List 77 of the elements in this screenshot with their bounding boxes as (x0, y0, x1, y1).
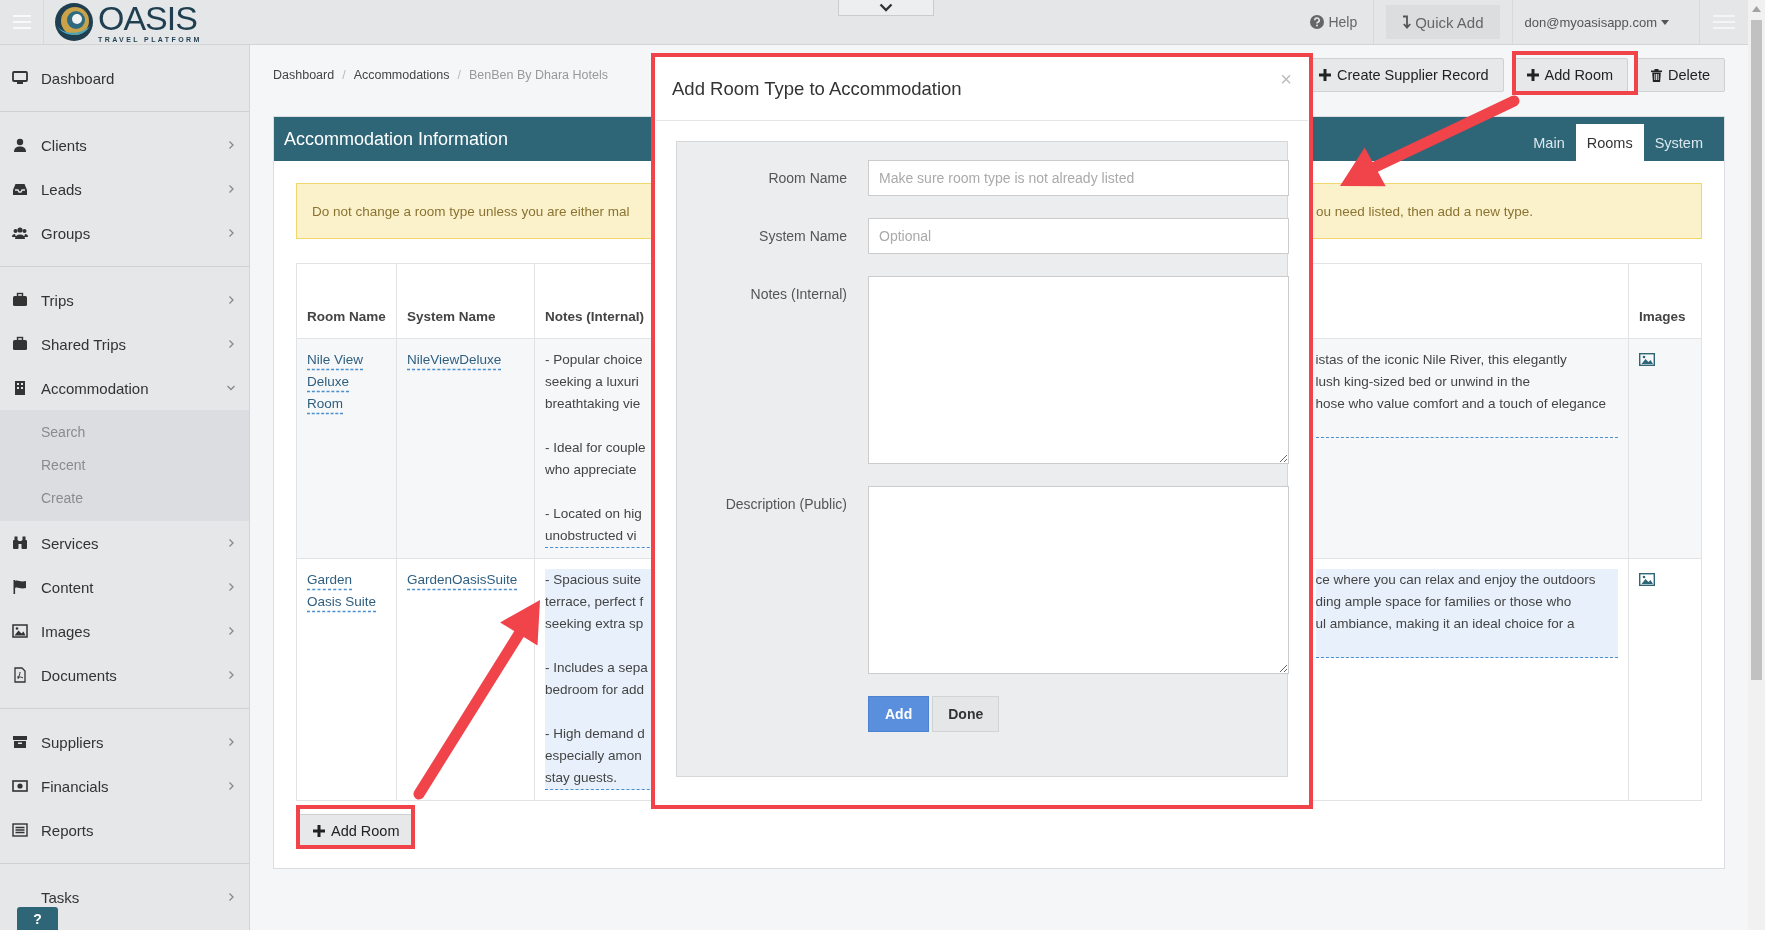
archive-icon (12, 734, 28, 750)
text-field[interactable]: Optional (868, 218, 1289, 254)
modal-title: Add Room Type to Accommodation (672, 78, 962, 100)
plus-icon (313, 825, 325, 837)
breadcrumb-separator: / (457, 68, 461, 82)
scrollbar-thumb[interactable] (1751, 20, 1762, 680)
breadcrumb-separator: / (342, 68, 346, 82)
text-area[interactable] (868, 486, 1289, 674)
tab[interactable]: Main (1522, 124, 1576, 161)
panel-title: Accommodation Information (284, 128, 509, 150)
sidebar-item[interactable]: Tasks (41, 888, 80, 906)
user-menu[interactable]: don@myoasisapp.com (1511, 0, 1700, 44)
column-header: Images (1628, 263, 1702, 339)
building-icon (12, 380, 28, 396)
field-label: Room Name (767, 169, 847, 188)
user-icon (12, 137, 28, 153)
collapse-toggle[interactable] (838, 0, 934, 16)
sidebar-item[interactable]: Content (41, 578, 94, 596)
help-button[interactable]: ? (17, 907, 58, 930)
field-label: Notes (Internal) (749, 285, 847, 304)
system-name-link[interactable]: NileViewDeluxe (407, 349, 502, 371)
text-field[interactable]: Make sure room type is not already listed (868, 160, 1289, 196)
sidebar-item[interactable]: Financials (41, 777, 109, 795)
sidebar-item[interactable]: Dashboard (41, 69, 115, 87)
scroll-up-icon[interactable] (1752, 6, 1761, 12)
done-button[interactable]: Done (932, 696, 1000, 732)
sidebar-item[interactable]: Accommodation (41, 379, 149, 397)
sidebar-item[interactable]: Suppliers (41, 733, 104, 751)
money-icon (12, 778, 28, 794)
column-header: Room Name (296, 263, 397, 339)
alert-text: Do not change a room type unless you are either mal (311, 203, 631, 219)
sidebar-item[interactable]: Documents (41, 666, 117, 684)
breadcrumb-link[interactable]: Accommodations (353, 68, 450, 82)
delete-button[interactable]: Delete (1636, 58, 1725, 92)
trash-icon (1651, 68, 1663, 82)
briefcase-icon (12, 336, 28, 352)
system-name-link[interactable]: GardenOasisSuite (407, 569, 518, 591)
plus-icon (1319, 69, 1332, 81)
sidebar-item[interactable]: Trips (41, 291, 74, 309)
sidebar-item[interactable]: Groups (41, 224, 91, 242)
image-icon[interactable] (1639, 573, 1655, 586)
sidebar-item[interactable]: Clients (41, 136, 87, 154)
arrow-down-icon (1402, 15, 1412, 29)
column-header: Notes (Internal) (545, 309, 644, 324)
chevron-down-icon (879, 3, 893, 12)
help-link[interactable]: Help (1294, 0, 1375, 44)
tab[interactable]: System (1643, 124, 1714, 161)
caret-icon (1661, 19, 1669, 25)
sidebar-item[interactable]: Images (41, 622, 91, 640)
column-header: System Name (396, 263, 535, 339)
quick-add-link[interactable]: Quick Add (1386, 5, 1500, 39)
breadcrumb-link[interactable]: Dashboard (273, 68, 335, 82)
sidebar-item[interactable]: Reports (41, 821, 94, 839)
image-icon (12, 623, 28, 639)
room-name-link[interactable]: Garden Oasis Suite (307, 569, 386, 613)
field-label: Description (Public) (724, 495, 847, 514)
field-label: System Name (758, 227, 847, 246)
sidebar-item[interactable]: Leads (41, 180, 82, 198)
briefcase-icon (12, 292, 28, 308)
logo-wordmark: OASIS (98, 1, 198, 35)
document-icon (12, 667, 28, 683)
question-circle-icon (1310, 15, 1325, 29)
sidebar-item[interactable]: Shared Trips (41, 335, 127, 353)
logo-icon (54, 2, 94, 42)
users-icon (12, 225, 28, 241)
binoculars-icon (12, 535, 28, 551)
tab[interactable]: Rooms (1575, 124, 1644, 161)
description-text[interactable]: ce where you can relax and enjoy the outdoors ding ample space for families or those who ul ambiance, making it an ideal choice for a (1315, 569, 1618, 658)
image-icon[interactable] (1639, 353, 1655, 366)
monitor-icon (12, 70, 28, 86)
flag-icon (12, 579, 28, 595)
alert-text: ou need listed, then add a new type. (1315, 203, 1534, 219)
sidebar-item[interactable]: Services (41, 534, 99, 552)
text-area[interactable] (868, 276, 1289, 464)
list-icon (12, 822, 28, 838)
inbox-icon (12, 181, 28, 197)
plus-icon (1526, 69, 1539, 81)
